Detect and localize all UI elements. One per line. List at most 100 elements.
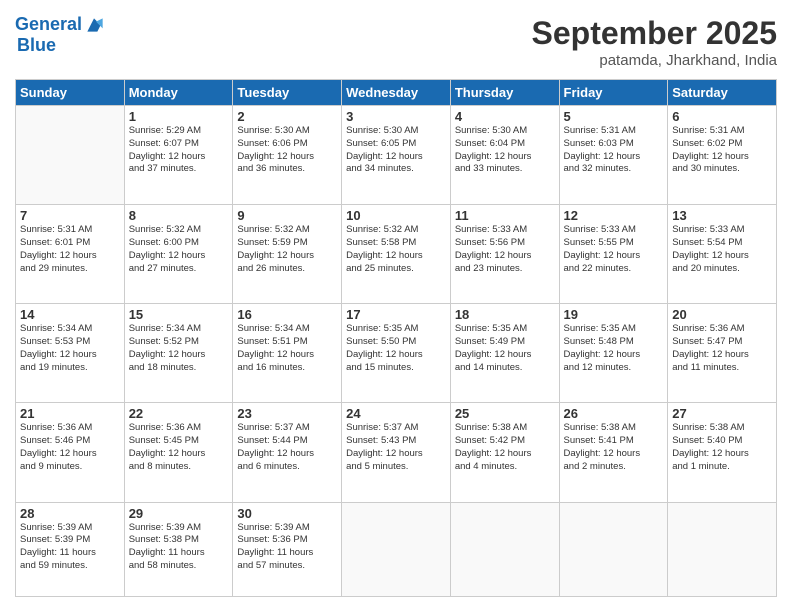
- calendar-cell: 4Sunrise: 5:30 AM Sunset: 6:04 PM Daylig…: [450, 106, 559, 205]
- cell-text: Sunrise: 5:34 AM Sunset: 5:51 PM Dayligh…: [237, 323, 337, 374]
- cell-text: Sunrise: 5:31 AM Sunset: 6:01 PM Dayligh…: [20, 224, 120, 275]
- cell-text: Sunrise: 5:30 AM Sunset: 6:04 PM Dayligh…: [455, 125, 555, 176]
- day-number: 27: [672, 406, 772, 421]
- day-number: 14: [20, 307, 120, 322]
- cell-text: Sunrise: 5:32 AM Sunset: 5:59 PM Dayligh…: [237, 224, 337, 275]
- logo: General Blue: [15, 15, 104, 56]
- header: General Blue September 2025 patamda, Jha…: [15, 15, 777, 69]
- calendar-cell: 11Sunrise: 5:33 AM Sunset: 5:56 PM Dayli…: [450, 205, 559, 304]
- day-number: 1: [129, 109, 229, 124]
- day-number: 8: [129, 208, 229, 223]
- calendar-cell: 23Sunrise: 5:37 AM Sunset: 5:44 PM Dayli…: [233, 403, 342, 502]
- calendar-cell: 8Sunrise: 5:32 AM Sunset: 6:00 PM Daylig…: [124, 205, 233, 304]
- day-number: 26: [564, 406, 664, 421]
- cell-text: Sunrise: 5:38 AM Sunset: 5:42 PM Dayligh…: [455, 422, 555, 473]
- calendar-cell: 6Sunrise: 5:31 AM Sunset: 6:02 PM Daylig…: [668, 106, 777, 205]
- cell-text: Sunrise: 5:38 AM Sunset: 5:41 PM Dayligh…: [564, 422, 664, 473]
- cell-text: Sunrise: 5:31 AM Sunset: 6:02 PM Dayligh…: [672, 125, 772, 176]
- day-number: 20: [672, 307, 772, 322]
- calendar-table: SundayMondayTuesdayWednesdayThursdayFrid…: [15, 79, 777, 597]
- day-number: 29: [129, 506, 229, 521]
- cell-text: Sunrise: 5:37 AM Sunset: 5:43 PM Dayligh…: [346, 422, 446, 473]
- day-number: 24: [346, 406, 446, 421]
- calendar-cell: [559, 502, 668, 596]
- cell-text: Sunrise: 5:33 AM Sunset: 5:56 PM Dayligh…: [455, 224, 555, 275]
- day-number: 15: [129, 307, 229, 322]
- day-number: 16: [237, 307, 337, 322]
- cell-text: Sunrise: 5:33 AM Sunset: 5:55 PM Dayligh…: [564, 224, 664, 275]
- day-number: 13: [672, 208, 772, 223]
- calendar-cell: 2Sunrise: 5:30 AM Sunset: 6:06 PM Daylig…: [233, 106, 342, 205]
- calendar-cell: [342, 502, 451, 596]
- day-number: 17: [346, 307, 446, 322]
- day-number: 19: [564, 307, 664, 322]
- calendar-cell: 21Sunrise: 5:36 AM Sunset: 5:46 PM Dayli…: [16, 403, 125, 502]
- cell-text: Sunrise: 5:37 AM Sunset: 5:44 PM Dayligh…: [237, 422, 337, 473]
- day-number: 23: [237, 406, 337, 421]
- cell-text: Sunrise: 5:31 AM Sunset: 6:03 PM Dayligh…: [564, 125, 664, 176]
- calendar-cell: 26Sunrise: 5:38 AM Sunset: 5:41 PM Dayli…: [559, 403, 668, 502]
- cell-text: Sunrise: 5:35 AM Sunset: 5:49 PM Dayligh…: [455, 323, 555, 374]
- day-number: 12: [564, 208, 664, 223]
- day-number: 30: [237, 506, 337, 521]
- cell-text: Sunrise: 5:33 AM Sunset: 5:54 PM Dayligh…: [672, 224, 772, 275]
- month-title: September 2025: [532, 15, 777, 52]
- calendar-cell: [450, 502, 559, 596]
- page: General Blue September 2025 patamda, Jha…: [0, 0, 792, 612]
- day-header-monday: Monday: [124, 80, 233, 106]
- calendar-cell: 16Sunrise: 5:34 AM Sunset: 5:51 PM Dayli…: [233, 304, 342, 403]
- calendar-cell: 19Sunrise: 5:35 AM Sunset: 5:48 PM Dayli…: [559, 304, 668, 403]
- calendar-cell: [668, 502, 777, 596]
- calendar-cell: 1Sunrise: 5:29 AM Sunset: 6:07 PM Daylig…: [124, 106, 233, 205]
- cell-text: Sunrise: 5:30 AM Sunset: 6:06 PM Dayligh…: [237, 125, 337, 176]
- header-row: SundayMondayTuesdayWednesdayThursdayFrid…: [16, 80, 777, 106]
- day-number: 7: [20, 208, 120, 223]
- day-number: 3: [346, 109, 446, 124]
- calendar-cell: 29Sunrise: 5:39 AM Sunset: 5:38 PM Dayli…: [124, 502, 233, 596]
- day-number: 9: [237, 208, 337, 223]
- calendar-cell: 7Sunrise: 5:31 AM Sunset: 6:01 PM Daylig…: [16, 205, 125, 304]
- calendar-cell: 15Sunrise: 5:34 AM Sunset: 5:52 PM Dayli…: [124, 304, 233, 403]
- cell-text: Sunrise: 5:39 AM Sunset: 5:36 PM Dayligh…: [237, 522, 337, 573]
- calendar-cell: 14Sunrise: 5:34 AM Sunset: 5:53 PM Dayli…: [16, 304, 125, 403]
- cell-text: Sunrise: 5:38 AM Sunset: 5:40 PM Dayligh…: [672, 422, 772, 473]
- day-number: 10: [346, 208, 446, 223]
- calendar-cell: 13Sunrise: 5:33 AM Sunset: 5:54 PM Dayli…: [668, 205, 777, 304]
- cell-text: Sunrise: 5:29 AM Sunset: 6:07 PM Dayligh…: [129, 125, 229, 176]
- calendar-cell: 28Sunrise: 5:39 AM Sunset: 5:39 PM Dayli…: [16, 502, 125, 596]
- cell-text: Sunrise: 5:39 AM Sunset: 5:39 PM Dayligh…: [20, 522, 120, 573]
- calendar-cell: 24Sunrise: 5:37 AM Sunset: 5:43 PM Dayli…: [342, 403, 451, 502]
- day-number: 2: [237, 109, 337, 124]
- calendar-cell: 18Sunrise: 5:35 AM Sunset: 5:49 PM Dayli…: [450, 304, 559, 403]
- logo-icon: [84, 15, 104, 35]
- calendar-cell: 9Sunrise: 5:32 AM Sunset: 5:59 PM Daylig…: [233, 205, 342, 304]
- logo-text: General: [15, 15, 82, 35]
- day-number: 6: [672, 109, 772, 124]
- day-number: 4: [455, 109, 555, 124]
- calendar-cell: 27Sunrise: 5:38 AM Sunset: 5:40 PM Dayli…: [668, 403, 777, 502]
- cell-text: Sunrise: 5:34 AM Sunset: 5:53 PM Dayligh…: [20, 323, 120, 374]
- calendar-cell: [16, 106, 125, 205]
- cell-text: Sunrise: 5:32 AM Sunset: 6:00 PM Dayligh…: [129, 224, 229, 275]
- day-number: 25: [455, 406, 555, 421]
- day-header-tuesday: Tuesday: [233, 80, 342, 106]
- calendar-cell: 30Sunrise: 5:39 AM Sunset: 5:36 PM Dayli…: [233, 502, 342, 596]
- logo-blue: Blue: [17, 35, 56, 56]
- calendar-cell: 12Sunrise: 5:33 AM Sunset: 5:55 PM Dayli…: [559, 205, 668, 304]
- day-number: 28: [20, 506, 120, 521]
- calendar-cell: 3Sunrise: 5:30 AM Sunset: 6:05 PM Daylig…: [342, 106, 451, 205]
- day-number: 18: [455, 307, 555, 322]
- cell-text: Sunrise: 5:34 AM Sunset: 5:52 PM Dayligh…: [129, 323, 229, 374]
- cell-text: Sunrise: 5:36 AM Sunset: 5:45 PM Dayligh…: [129, 422, 229, 473]
- day-header-thursday: Thursday: [450, 80, 559, 106]
- day-header-friday: Friday: [559, 80, 668, 106]
- day-header-wednesday: Wednesday: [342, 80, 451, 106]
- location: patamda, Jharkhand, India: [532, 52, 777, 69]
- calendar-cell: 10Sunrise: 5:32 AM Sunset: 5:58 PM Dayli…: [342, 205, 451, 304]
- day-number: 21: [20, 406, 120, 421]
- cell-text: Sunrise: 5:39 AM Sunset: 5:38 PM Dayligh…: [129, 522, 229, 573]
- day-header-saturday: Saturday: [668, 80, 777, 106]
- calendar-cell: 25Sunrise: 5:38 AM Sunset: 5:42 PM Dayli…: [450, 403, 559, 502]
- day-number: 22: [129, 406, 229, 421]
- cell-text: Sunrise: 5:35 AM Sunset: 5:48 PM Dayligh…: [564, 323, 664, 374]
